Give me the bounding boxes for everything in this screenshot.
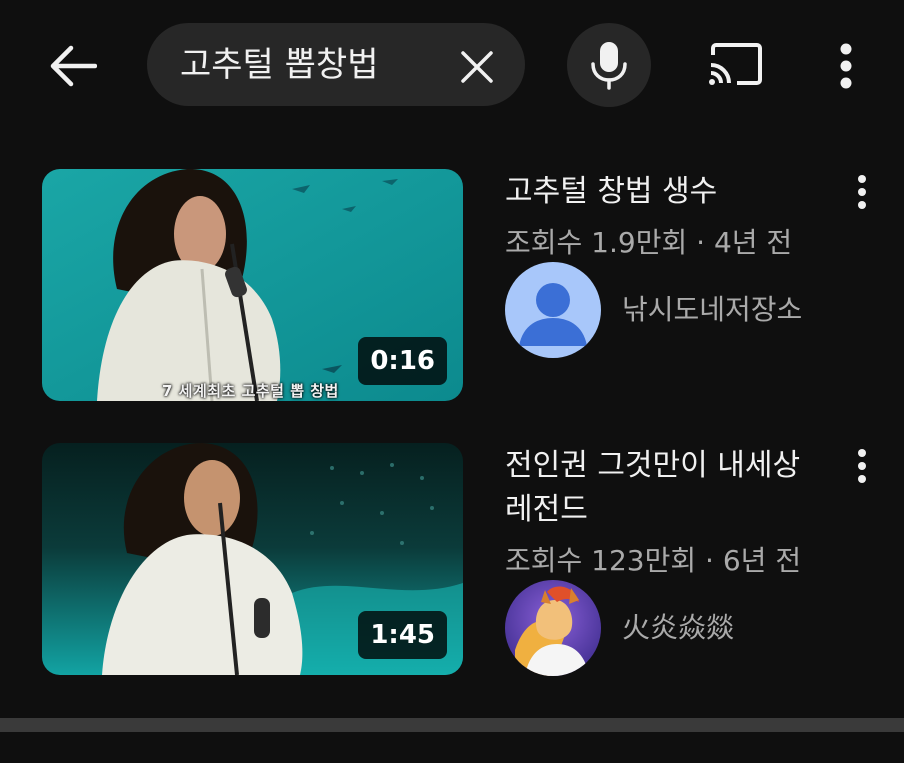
fox-character-avatar-icon xyxy=(505,580,601,676)
cast-icon xyxy=(709,43,762,85)
upload-age: 6년 전 xyxy=(722,544,802,577)
video-meta: 조회수 123만회 · 6년 전 xyxy=(505,541,801,581)
mic-icon xyxy=(591,42,627,90)
channel-name[interactable]: 낚시도네저장소 xyxy=(622,290,802,330)
back-button[interactable] xyxy=(40,36,104,96)
video-duration: 0:16 xyxy=(358,337,447,385)
channel-name[interactable]: 火炎焱燚 xyxy=(622,608,734,648)
video-duration: 1:45 xyxy=(358,611,447,659)
clear-icon xyxy=(461,51,493,83)
burned-in-caption: 7 세계최초 고추털 뽑 창법 xyxy=(162,382,339,400)
video-title[interactable]: 전인권 그것만이 내세상 레전드 xyxy=(505,444,835,532)
clear-search-button[interactable] xyxy=(450,40,504,94)
more-vert-icon xyxy=(858,449,866,483)
view-count: 조회수 1.9만회 xyxy=(505,226,688,259)
video-meta: 조회수 1.9만회 · 4년 전 xyxy=(505,223,792,263)
more-options-button[interactable] xyxy=(826,36,866,96)
channel-avatar[interactable] xyxy=(505,580,601,676)
item-more-button[interactable] xyxy=(842,168,882,216)
voice-search-button[interactable] xyxy=(567,23,651,107)
channel-avatar[interactable] xyxy=(505,262,601,358)
meta-separator: · xyxy=(687,226,714,259)
view-count: 조회수 123만회 xyxy=(505,544,697,577)
more-vert-icon xyxy=(840,43,852,89)
cast-button[interactable] xyxy=(700,34,770,96)
search-input[interactable]: 고추털 뽑창법 xyxy=(180,40,379,90)
back-arrow-icon xyxy=(50,45,97,87)
section-divider xyxy=(0,718,904,732)
video-thumbnail[interactable]: 7 세계최초 고추털 뽑 창법 0:16 xyxy=(42,169,463,401)
default-avatar-icon xyxy=(505,262,601,358)
meta-separator: · xyxy=(696,544,723,577)
video-title[interactable]: 고추털 창법 생수 xyxy=(505,170,835,214)
upload-age: 4년 전 xyxy=(713,226,793,259)
more-vert-icon xyxy=(858,175,866,209)
item-more-button[interactable] xyxy=(842,442,882,490)
video-thumbnail[interactable]: 1:45 xyxy=(42,443,463,675)
